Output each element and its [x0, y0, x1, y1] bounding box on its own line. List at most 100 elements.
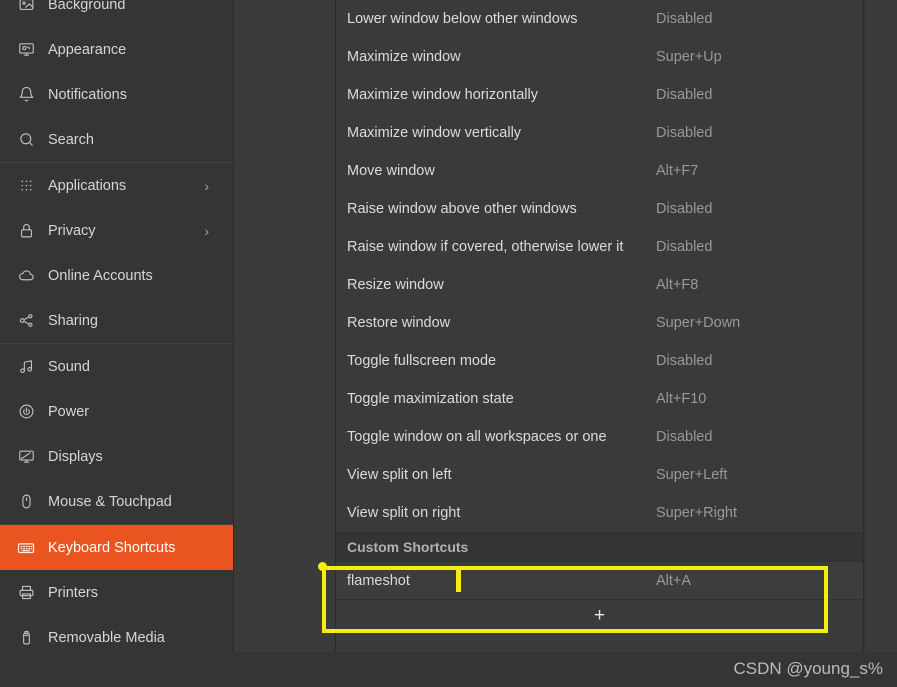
- shortcut-key-value: Super+Left: [656, 467, 728, 483]
- sidebar-item-keyboard-shortcuts[interactable]: Keyboard Shortcuts: [0, 525, 233, 570]
- sidebar-item-label: Search: [48, 131, 94, 148]
- shortcut-row[interactable]: View split on left Super+Left: [336, 456, 863, 494]
- display-icon: [12, 447, 40, 467]
- shortcuts-rows: Lower window below other windows Disabled…: [336, 0, 863, 532]
- shortcut-row[interactable]: Toggle maximization state Alt+F10: [336, 380, 863, 418]
- sidebar-item-search[interactable]: Search: [0, 117, 233, 162]
- add-custom-shortcut-button[interactable]: +: [336, 600, 863, 630]
- shortcut-name: View split on right: [347, 505, 461, 521]
- shortcut-key-value: Alt+F8: [656, 277, 699, 293]
- shortcut-name: Move window: [347, 163, 435, 179]
- shortcut-row[interactable]: flameshot Alt+A: [336, 562, 863, 600]
- sidebar-item-printers[interactable]: Printers: [0, 570, 233, 615]
- main-content: Lower window below other windows Disabled…: [336, 0, 897, 687]
- shortcut-name: Maximize window: [347, 49, 461, 65]
- sidebar-item-label: Printers: [48, 584, 98, 601]
- music-note-icon: [12, 357, 40, 377]
- shortcut-row[interactable]: Resize window Alt+F8: [336, 266, 863, 304]
- sidebar-item-label: Privacy: [48, 222, 96, 239]
- bell-icon: [12, 85, 40, 105]
- shortcut-key-value: Super+Up: [656, 49, 722, 65]
- sidebar-item-privacy[interactable]: Privacy ›: [0, 208, 233, 253]
- sidebar-item-label: Applications: [48, 177, 127, 194]
- shortcut-name: Resize window: [347, 277, 444, 293]
- shortcut-row[interactable]: Maximize window horizontally Disabled: [336, 76, 863, 114]
- sidebar-item-background[interactable]: Background: [0, 0, 233, 27]
- shortcut-name: Raise window if covered, otherwise lower…: [347, 239, 624, 255]
- sidebar-item-label: Sound: [48, 358, 90, 375]
- printer-icon: [12, 583, 40, 603]
- sidebar-item-displays[interactable]: Displays: [0, 434, 233, 479]
- sidebar-item-mouse-touchpad[interactable]: Mouse & Touchpad: [0, 479, 233, 524]
- shortcut-key-value: Disabled: [656, 11, 713, 27]
- sidebar-item-applications[interactable]: Applications ›: [0, 163, 233, 208]
- shortcut-name: Toggle fullscreen mode: [347, 353, 497, 369]
- shortcut-name: Maximize window horizontally: [347, 87, 538, 103]
- shortcut-row[interactable]: Maximize window vertically Disabled: [336, 114, 863, 152]
- sidebar-item-notifications[interactable]: Notifications: [0, 72, 233, 117]
- shortcut-row[interactable]: View split on right Super+Right: [336, 494, 863, 532]
- sidebar-item-sound[interactable]: Sound: [0, 344, 233, 389]
- sidebar-item-power[interactable]: Power: [0, 389, 233, 434]
- usb-icon: [12, 628, 40, 648]
- sidebar: Background Appearance Notifications Search A…: [0, 0, 234, 687]
- custom-shortcuts-rows: flameshot Alt+A: [336, 562, 863, 600]
- shortcut-name: View split on left: [347, 467, 452, 483]
- shortcut-row[interactable]: Restore window Super+Down: [336, 304, 863, 342]
- shortcut-name: Restore window: [347, 315, 451, 331]
- shortcut-name: flameshot: [347, 572, 410, 589]
- shortcut-row[interactable]: Lower window below other windows Disabled: [336, 0, 863, 38]
- grid-icon: [12, 176, 40, 196]
- shortcut-key-value: Disabled: [656, 239, 713, 255]
- sidebar-item-label: Sharing: [48, 312, 98, 329]
- sidebar-item-online-accounts[interactable]: Online Accounts: [0, 253, 233, 298]
- mouse-icon: [12, 492, 40, 512]
- annotation-anchor-dot: [318, 562, 327, 571]
- shortcut-name: Toggle maximization state: [347, 391, 514, 407]
- shortcut-key-value: Disabled: [656, 201, 713, 217]
- search-icon: [12, 130, 40, 150]
- settings-window: Background Appearance Notifications Search A…: [0, 0, 897, 687]
- shortcut-row[interactable]: Raise window above other windows Disabled: [336, 190, 863, 228]
- sidebar-item-label: Keyboard Shortcuts: [48, 539, 176, 556]
- shortcut-row[interactable]: Move window Alt+F7: [336, 152, 863, 190]
- lock-icon: [12, 221, 40, 241]
- custom-shortcuts-section-header: Custom Shortcuts: [336, 532, 863, 562]
- shortcut-key-value: Super+Right: [656, 505, 738, 521]
- sidebar-nav-list: Background Appearance Notifications Search A…: [0, 0, 233, 687]
- shortcut-name: Lower window below other windows: [347, 11, 578, 27]
- shortcut-name: Toggle window on all workspaces or one: [347, 429, 607, 445]
- cloud-icon: [12, 266, 40, 286]
- share-icon: [12, 311, 40, 331]
- image-icon: [12, 0, 40, 15]
- sidebar-item-label: Removable Media: [48, 629, 165, 646]
- chevron-right-icon: ›: [204, 177, 209, 194]
- shortcut-key-value: Alt+F7: [656, 163, 699, 179]
- sidebar-item-label: Online Accounts: [48, 267, 153, 284]
- sidebar-item-label: Background: [48, 0, 126, 13]
- sidebar-item-label: Power: [48, 403, 90, 420]
- chevron-right-icon: ›: [204, 222, 209, 239]
- power-icon: [12, 402, 40, 422]
- shortcut-row[interactable]: Toggle fullscreen mode Disabled: [336, 342, 863, 380]
- shortcut-row[interactable]: Maximize window Super+Up: [336, 38, 863, 76]
- shortcut-key-value: Disabled: [656, 125, 713, 141]
- sidebar-item-label: Appearance: [48, 41, 127, 58]
- appearance-icon: [12, 40, 40, 60]
- annotation-tick-mark: [456, 570, 461, 592]
- shortcut-name: Raise window above other windows: [347, 201, 577, 217]
- panel-gutter: [234, 0, 336, 687]
- shortcut-key-value: Disabled: [656, 429, 713, 445]
- shortcut-key-value: Alt+F10: [656, 391, 707, 407]
- sidebar-item-label: Mouse & Touchpad: [48, 493, 172, 510]
- shortcut-key-value: Alt+A: [656, 572, 692, 589]
- sidebar-item-appearance[interactable]: Appearance: [0, 27, 233, 72]
- shortcut-key-value: Super+Down: [656, 315, 741, 331]
- watermark-text: CSDN @young_s%: [733, 659, 883, 678]
- shortcut-row[interactable]: Toggle window on all workspaces or one Di…: [336, 418, 863, 456]
- keyboard-icon: [12, 538, 40, 558]
- sidebar-item-sharing[interactable]: Sharing: [0, 298, 233, 343]
- shortcut-row[interactable]: Raise window if covered, otherwise lower…: [336, 228, 863, 266]
- shortcut-key-value: Disabled: [656, 87, 713, 103]
- shortcuts-list-panel[interactable]: Lower window below other windows Disabled…: [336, 0, 864, 652]
